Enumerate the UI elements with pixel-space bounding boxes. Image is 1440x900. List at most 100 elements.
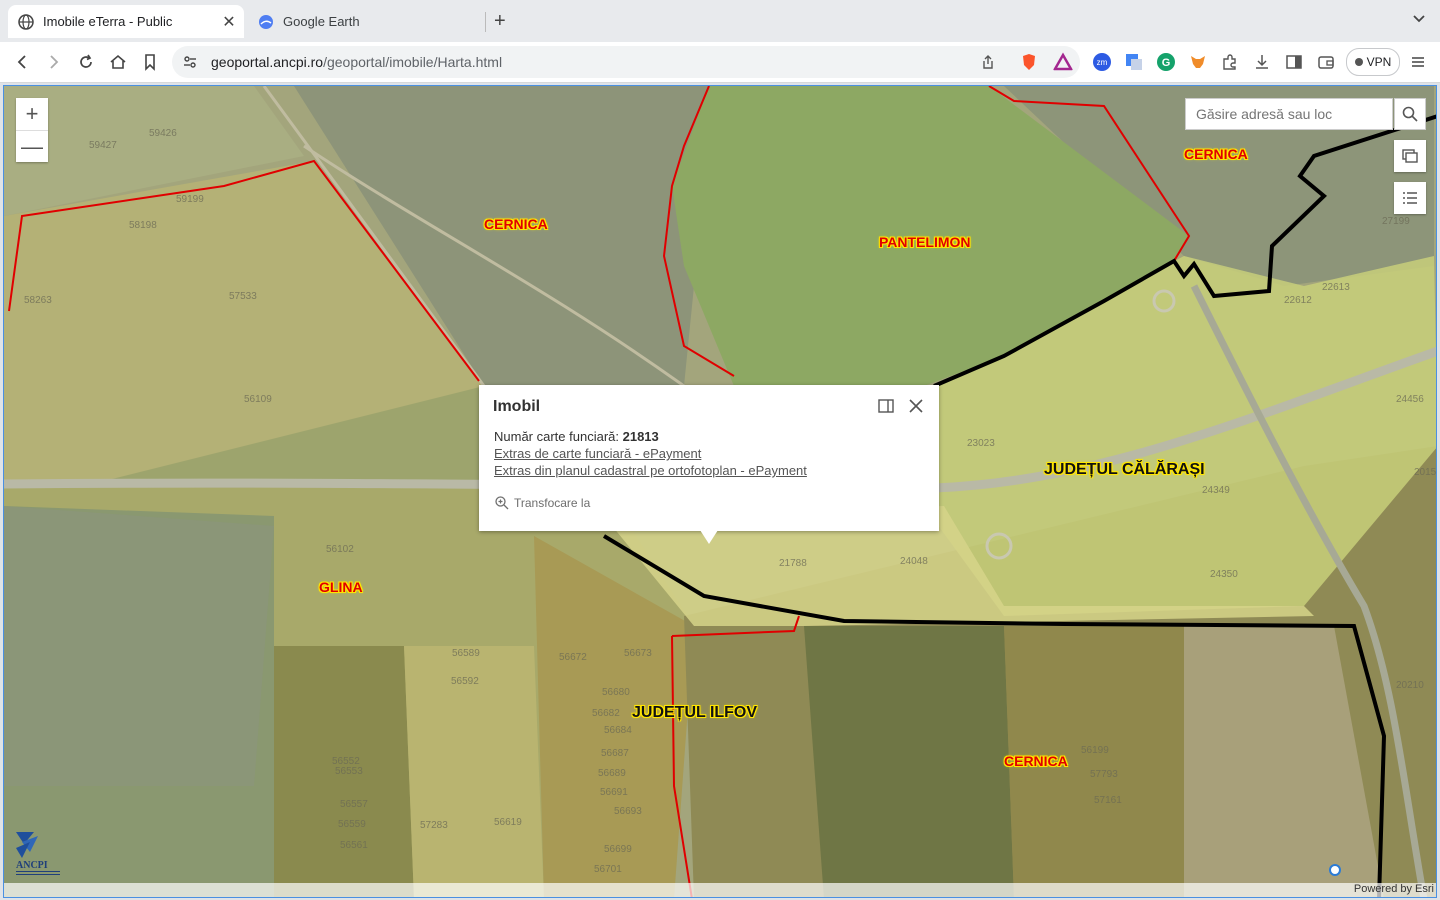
carte-funciara-line: Număr carte funciară: 21813 bbox=[494, 429, 659, 444]
parcel-number: 22613 bbox=[1322, 282, 1350, 293]
site-settings-icon[interactable] bbox=[182, 54, 198, 70]
ancpi-logo: ANCPI bbox=[16, 832, 60, 875]
parcel-number: 59426 bbox=[149, 128, 177, 139]
address-bar[interactable]: geoportal.ancpi.ro/geoportal/imobile/Har… bbox=[172, 46, 1080, 78]
brave-rewards-icon[interactable] bbox=[1053, 52, 1073, 72]
parcel-number: 24349 bbox=[1202, 485, 1230, 496]
url-host: geoportal.ancpi.ro bbox=[211, 54, 324, 70]
bookmark-icon[interactable] bbox=[140, 52, 160, 72]
vpn-button[interactable]: VPN bbox=[1346, 48, 1400, 76]
parcel-number: 58263 bbox=[24, 295, 52, 306]
locality-label-glina: GLINA bbox=[319, 579, 363, 595]
zoom-out-button[interactable]: — bbox=[16, 131, 48, 163]
parcel-number: 56109 bbox=[244, 394, 272, 405]
zoom-in-button[interactable]: + bbox=[16, 98, 48, 131]
popup-title: Imobil bbox=[493, 398, 541, 415]
attribution-bar: Powered by Esri bbox=[4, 883, 1436, 897]
extras-carte-funciara-link[interactable]: Extras de carte funciară - ePayment bbox=[494, 446, 701, 461]
back-icon[interactable] bbox=[12, 52, 32, 72]
layer-list-button[interactable] bbox=[1394, 182, 1426, 214]
vpn-status-icon bbox=[1354, 58, 1363, 66]
parcel-number: 57161 bbox=[1094, 795, 1122, 806]
map-search-box bbox=[1185, 98, 1393, 130]
parcel-number: 24350 bbox=[1210, 569, 1238, 580]
parcel-number: 21788 bbox=[779, 558, 807, 569]
locality-label-cernica: CERNICA bbox=[1184, 146, 1248, 162]
feature-popup: Imobil Număr carte funciară: 21813 Extra… bbox=[479, 385, 939, 544]
parcel-number: 56553 bbox=[335, 766, 363, 777]
parcel-number: 23023 bbox=[967, 438, 995, 449]
parcel-number: 59427 bbox=[89, 140, 117, 151]
parcel-number: 56699 bbox=[604, 844, 632, 855]
link-row-plan: Extras din planul cadastral pe ortofotop… bbox=[494, 463, 807, 478]
zoom-in-magnifier-icon bbox=[495, 496, 509, 510]
tab-imobile-eterra[interactable]: Imobile eTerra - Public ✕ bbox=[8, 5, 244, 38]
zoom-extension-icon[interactable]: zm bbox=[1092, 52, 1112, 72]
close-tab-icon[interactable]: ✕ bbox=[220, 12, 238, 32]
parcel-number: 56592 bbox=[451, 676, 479, 687]
browser-toolbar: geoportal.ancpi.ro/geoportal/imobile/Har… bbox=[0, 42, 1440, 83]
parcel-number: 56689 bbox=[598, 768, 626, 779]
zoom-to-action[interactable]: Transfocare la bbox=[495, 496, 590, 510]
vpn-label: VPN bbox=[1366, 55, 1392, 69]
home-icon[interactable] bbox=[108, 52, 128, 72]
tab-bar: Imobile eTerra - Public ✕ Google Earth + bbox=[0, 0, 1440, 42]
parcel-number: 56701 bbox=[594, 864, 622, 875]
locality-label-pantelimon: PANTELIMON bbox=[879, 234, 971, 250]
globe-icon bbox=[18, 13, 34, 30]
translate-icon[interactable] bbox=[1124, 52, 1144, 72]
parcel-number: 56680 bbox=[602, 687, 630, 698]
location-marker[interactable] bbox=[1329, 864, 1341, 876]
search-button[interactable] bbox=[1394, 98, 1426, 130]
extras-plan-cadastral-link[interactable]: Extras din planul cadastral pe ortofotop… bbox=[494, 463, 807, 478]
parcel-number: 56687 bbox=[601, 748, 629, 759]
parcel-number: 56199 bbox=[1081, 745, 1109, 756]
metamask-icon[interactable] bbox=[1188, 52, 1208, 72]
popup-pointer bbox=[700, 530, 718, 544]
parcel-number: 57793 bbox=[1090, 769, 1118, 780]
url-text[interactable]: geoportal.ancpi.ro/geoportal/imobile/Har… bbox=[211, 54, 502, 70]
zoom-control: + — bbox=[16, 98, 48, 162]
parcel-number: 56684 bbox=[604, 725, 632, 736]
parcel-number: 56552 bbox=[332, 756, 360, 767]
brave-shields-icon[interactable] bbox=[1019, 52, 1039, 72]
svg-text:ANCPI: ANCPI bbox=[16, 860, 48, 871]
parcel-number: 59199 bbox=[176, 194, 204, 205]
menu-icon[interactable] bbox=[1408, 52, 1428, 72]
parcel-number: 56673 bbox=[624, 648, 652, 659]
parcel-number: 56691 bbox=[600, 787, 628, 798]
forward-icon[interactable] bbox=[44, 52, 64, 72]
reload-icon[interactable] bbox=[76, 52, 96, 72]
parcel-number: 56619 bbox=[494, 817, 522, 828]
wallet-icon[interactable] bbox=[1316, 52, 1336, 72]
dock-icon[interactable] bbox=[877, 397, 895, 415]
county-label-ilfov: JUDEȚUL ILFOV bbox=[632, 704, 758, 721]
zoom-to-label: Transfocare la bbox=[514, 496, 591, 510]
parcel-number: 56557 bbox=[340, 799, 368, 810]
url-path: /geoportal/imobile/Harta.html bbox=[323, 54, 503, 70]
parcel-number: 58198 bbox=[129, 220, 157, 231]
close-icon[interactable] bbox=[907, 397, 925, 415]
parcel-number: 24456 bbox=[1396, 394, 1424, 405]
tab-separator bbox=[485, 12, 486, 32]
esri-attribution[interactable]: Powered by Esri bbox=[1354, 883, 1434, 895]
map-view[interactable]: CERNICA CERNICA CERNICA PANTELIMON GLINA… bbox=[3, 85, 1437, 898]
svg-text:zm: zm bbox=[1097, 58, 1108, 67]
chevron-down-icon[interactable] bbox=[1412, 12, 1426, 26]
download-icon[interactable] bbox=[1252, 52, 1272, 72]
tab-google-earth[interactable]: Google Earth bbox=[248, 5, 484, 38]
google-earth-icon bbox=[259, 14, 273, 29]
tab-title: Google Earth bbox=[283, 14, 360, 29]
grammarly-icon[interactable]: G bbox=[1156, 52, 1176, 72]
basemap-gallery-button[interactable] bbox=[1394, 140, 1426, 172]
parcel-number: 56672 bbox=[559, 652, 587, 663]
share-icon[interactable] bbox=[980, 54, 996, 70]
new-tab-button[interactable]: + bbox=[494, 10, 506, 32]
parcel-number: 57533 bbox=[229, 291, 257, 302]
link-row-cf: Extras de carte funciară - ePayment bbox=[494, 446, 701, 461]
sidebar-toggle-icon[interactable] bbox=[1284, 52, 1304, 72]
extensions-puzzle-icon[interactable] bbox=[1220, 52, 1240, 72]
county-label-calarasi: JUDEȚUL CĂLĂRAȘI bbox=[1044, 461, 1205, 478]
search-input[interactable] bbox=[1194, 99, 1388, 129]
parcel-number: 20210 bbox=[1396, 680, 1424, 691]
